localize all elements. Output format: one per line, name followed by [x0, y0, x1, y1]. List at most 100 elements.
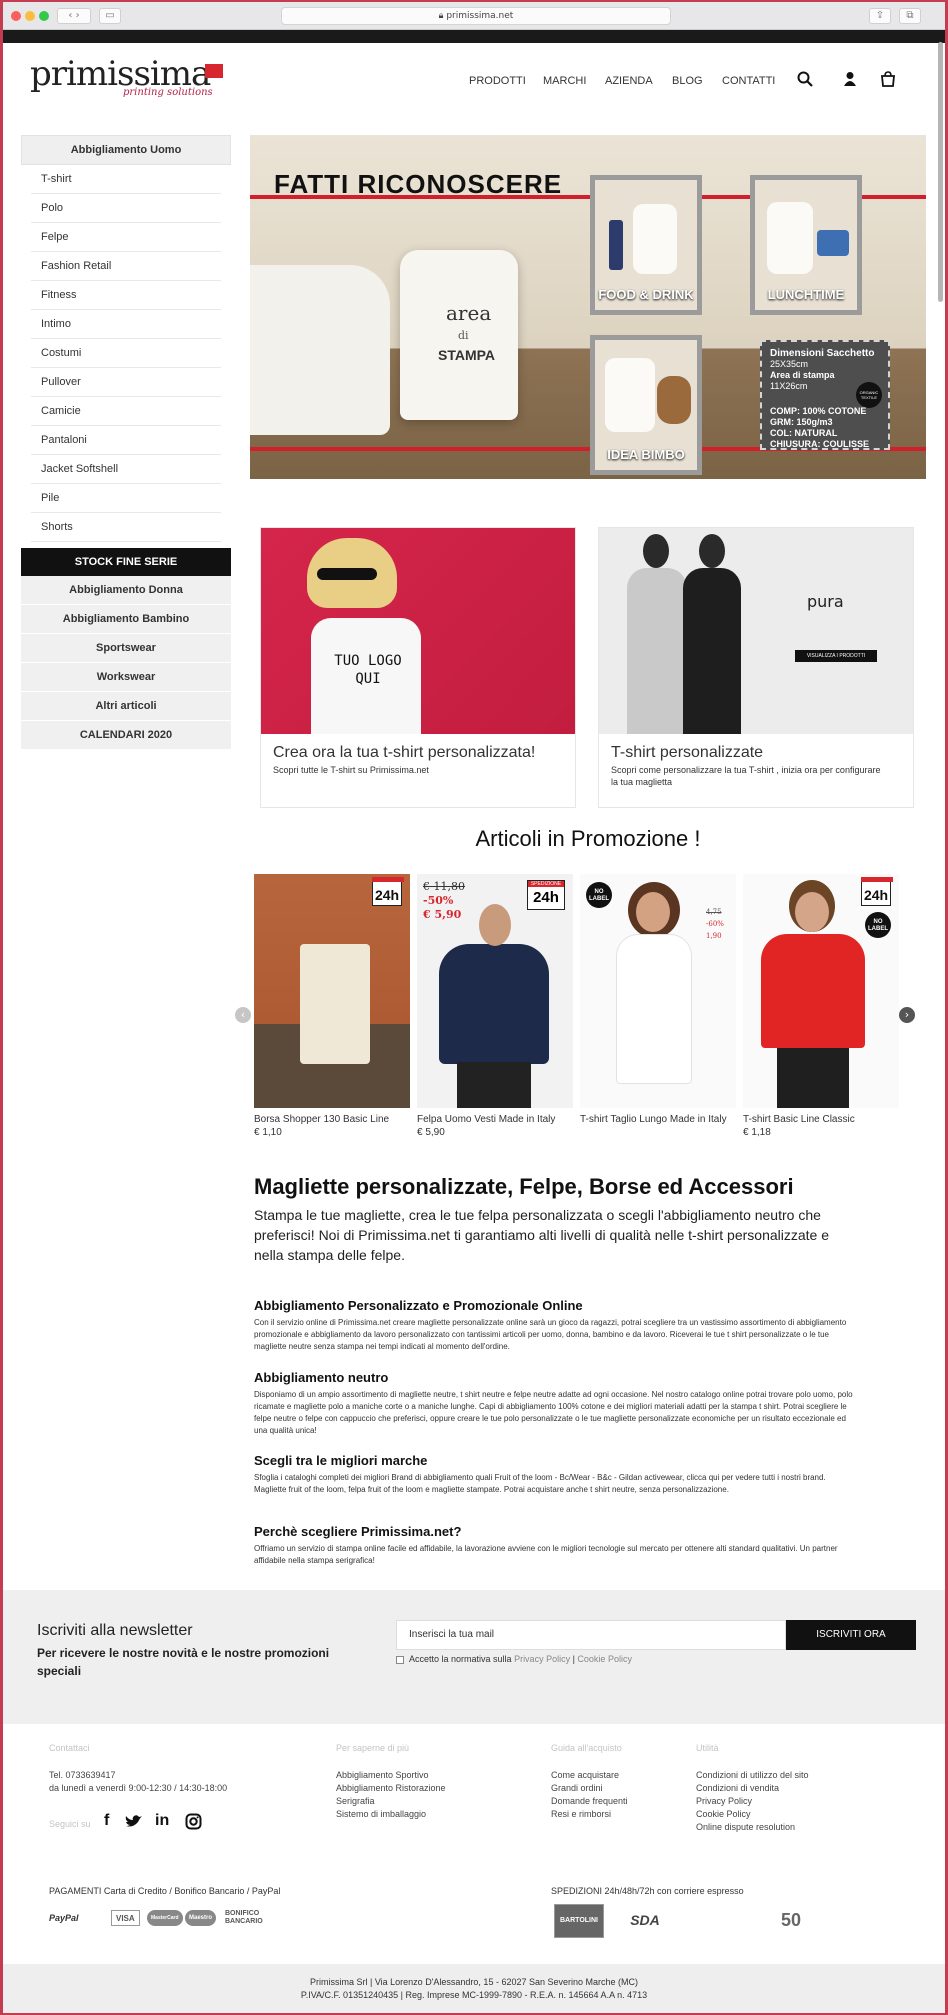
product-name[interactable]: Borsa Shopper 130 Basic Line	[254, 1113, 410, 1126]
tabs-icon[interactable]: ⧉	[899, 8, 921, 24]
sidebar-item-polo[interactable]: Polo	[31, 194, 221, 223]
address-bar[interactable]: 🔒︎ primissima.net	[281, 7, 671, 25]
promo-card-personalizzate[interactable]: pura VISUALIZZA I PRODOTTI T-shirt perso…	[598, 527, 914, 808]
footer-link[interactable]: Privacy Policy	[696, 1795, 809, 1808]
section-heading: Abbigliamento neutro	[254, 1370, 389, 1385]
sidebar-item-fitness[interactable]: Fitness	[31, 281, 221, 310]
sidebar-cat-donna[interactable]: Abbigliamento Donna	[21, 576, 231, 605]
nav-marchi[interactable]: MARCHI	[543, 75, 586, 87]
browser-toolbar: ‹ › ▭ 🔒︎ primissima.net ⇪ ⧉	[3, 2, 945, 30]
footer-link[interactable]: Serigrafia	[336, 1795, 446, 1808]
hero-title: FATTI RICONOSCERE	[274, 169, 563, 199]
footer-contacts: Contattaci Tel. 0733639417 da lunedì a v…	[49, 1742, 227, 1795]
sidebar-stock-fine-serie[interactable]: STOCK FINE SERIE	[21, 548, 231, 576]
sidebar-item-fashion-retail[interactable]: Fashion Retail	[31, 252, 221, 281]
sidebar-item-intimo[interactable]: Intimo	[31, 310, 221, 339]
nav-contatti[interactable]: CONTATTI	[722, 75, 775, 87]
visualizza-prodotti-button[interactable]: VISUALIZZA I PRODOTTI	[795, 650, 877, 662]
close-window-icon[interactable]	[11, 11, 21, 21]
product-card[interactable]: 24h NO LABEL T-shirt Basic Line Classic …	[743, 874, 899, 1139]
product-image[interactable]: € 11,80 -50% € 5,90 SPEDIZIONE 24h	[417, 874, 573, 1108]
no-label-badge: NO LABEL	[865, 912, 891, 938]
sidebar-item-tshirt[interactable]: T-shirt	[31, 165, 221, 194]
minimize-window-icon[interactable]	[25, 11, 35, 21]
instagram-icon[interactable]	[185, 1813, 202, 1830]
sidebar-toggle-icon[interactable]: ▭	[99, 8, 121, 24]
back-forward-icon[interactable]: ‹ ›	[57, 8, 91, 24]
footer-link[interactable]: Grandi ordini	[551, 1782, 628, 1795]
section-paragraph: Con il servizio online di Primissima.net…	[254, 1318, 847, 1351]
model-sweater	[627, 568, 687, 734]
old-price: 4,75	[706, 908, 722, 916]
zoom-window-icon[interactable]	[39, 11, 49, 21]
sidebar-cat-workswear[interactable]: Workswear	[21, 663, 231, 692]
footer-link[interactable]: Resi e rimborsi	[551, 1808, 628, 1821]
mastercard-logo: MasterCard	[147, 1910, 183, 1926]
bag-spec-box: Dimensioni Sacchetto 25X35cm Area di sta…	[760, 340, 890, 450]
linkedin-icon[interactable]: in	[155, 1812, 169, 1830]
category-sidebar: Abbigliamento Uomo T-shirt Polo Felpe Fa…	[21, 135, 231, 750]
footer-link[interactable]: Sistemo di imballaggio	[336, 1808, 446, 1821]
organic-badge: ORGANIC TEXTILE	[856, 382, 882, 408]
product-name[interactable]: Felpa Uomo Vesti Made in Italy	[417, 1113, 573, 1126]
footer-link[interactable]: Cookie Policy	[696, 1808, 809, 1821]
promo-card-tshirt[interactable]: TUO LOGO QUI Crea ora la tua t-shirt per…	[260, 527, 576, 808]
twitter-icon[interactable]	[125, 1814, 143, 1829]
sidebar-cat-sportswear[interactable]: Sportswear	[21, 634, 231, 663]
newsletter-email-input[interactable]: Inserisci la tua mail	[396, 1620, 786, 1650]
privacy-checkbox[interactable]	[396, 1656, 404, 1664]
user-icon[interactable]	[841, 70, 859, 88]
sidebar-item-jacket-softshell[interactable]: Jacket Softshell	[31, 455, 221, 484]
sidebar-item-felpe[interactable]: Felpe	[31, 223, 221, 252]
cart-icon[interactable]	[879, 70, 897, 88]
newsletter-subscribe-button[interactable]: ISCRIVITI ORA	[786, 1620, 916, 1650]
footer-link[interactable]: Abbigliamento Ristorazione	[336, 1782, 446, 1795]
scrollbar-thumb[interactable]	[938, 42, 943, 302]
new-price: 1,90	[706, 932, 722, 940]
footer-link[interactable]: Come acquistare	[551, 1769, 628, 1782]
product-image[interactable]: 24h NO LABEL	[743, 874, 899, 1108]
sidebar-item-camicie[interactable]: Camicie	[31, 397, 221, 426]
footer-tel[interactable]: Tel. 0733639417	[49, 1769, 227, 1782]
footer-link[interactable]: Domande frequenti	[551, 1795, 628, 1808]
sidebar-cat-altri-articoli[interactable]: Altri articoli	[21, 692, 231, 721]
jeans	[457, 1062, 531, 1108]
promo-card-title[interactable]: Crea ora la tua t-shirt personalizzata!	[273, 744, 535, 762]
tile-lunchtime: LUNCHTIME	[750, 175, 862, 315]
footer-heading: Contattaci	[49, 1743, 90, 1753]
sidebar-cat-bambino[interactable]: Abbigliamento Bambino	[21, 605, 231, 634]
carousel-prev-icon[interactable]: ‹	[235, 1007, 251, 1023]
footer-link[interactable]: Condizioni di utilizzo del sito	[696, 1769, 809, 1782]
footer-link[interactable]: Online dispute resolution	[696, 1821, 809, 1834]
logo-tagline: printing solutions	[123, 87, 213, 98]
sidebar-item-pile[interactable]: Pile	[31, 484, 221, 513]
sidebar-item-pullover[interactable]: Pullover	[31, 368, 221, 397]
cookie-policy-link[interactable]: Cookie Policy	[577, 1654, 632, 1664]
product-card[interactable]: € 11,80 -50% € 5,90 SPEDIZIONE 24h Felpa…	[417, 874, 573, 1139]
nav-azienda[interactable]: AZIENDA	[605, 75, 653, 87]
sidebar-heading[interactable]: Abbigliamento Uomo	[21, 135, 231, 165]
footer-link[interactable]: Condizioni di vendita	[696, 1782, 809, 1795]
product-name[interactable]: T-shirt Taglio Lungo Made in Italy	[580, 1113, 736, 1126]
carousel-next-icon[interactable]: ›	[899, 1007, 915, 1023]
product-card[interactable]: 24h Borsa Shopper 130 Basic Line € 1,10	[254, 874, 410, 1139]
sidebar-item-shorts[interactable]: Shorts	[31, 513, 221, 542]
facebook-icon[interactable]: f	[104, 1812, 109, 1830]
footer-col-utility: Utilità Condizioni di utilizzo del sito …	[696, 1742, 809, 1834]
maestro-logo: Maestro	[185, 1910, 217, 1926]
section-paragraph: Offriamo un servizio di stampa online fa…	[254, 1544, 838, 1565]
sidebar-item-costumi[interactable]: Costumi	[31, 339, 221, 368]
sidebar-item-pantaloni[interactable]: Pantaloni	[31, 426, 221, 455]
nav-prodotti[interactable]: PRODOTTI	[469, 75, 526, 87]
privacy-policy-link[interactable]: Privacy Policy	[514, 1654, 570, 1664]
nav-blog[interactable]: BLOG	[672, 75, 703, 87]
promo-card-title[interactable]: T-shirt personalizzate	[611, 744, 763, 762]
product-name[interactable]: T-shirt Basic Line Classic	[743, 1113, 899, 1126]
hero-banner[interactable]: FATTI RICONOSCERE area di STAMPA FOOD & …	[250, 135, 926, 479]
footer-link[interactable]: Abbigliamento Sportivo	[336, 1769, 446, 1782]
product-image[interactable]: 24h	[254, 874, 410, 1108]
spec-title: Dimensioni Sacchetto	[770, 348, 875, 359]
sidebar-cat-calendari[interactable]: CALENDARI 2020	[21, 721, 231, 750]
search-icon[interactable]	[796, 70, 814, 88]
share-icon[interactable]: ⇪	[869, 8, 891, 24]
